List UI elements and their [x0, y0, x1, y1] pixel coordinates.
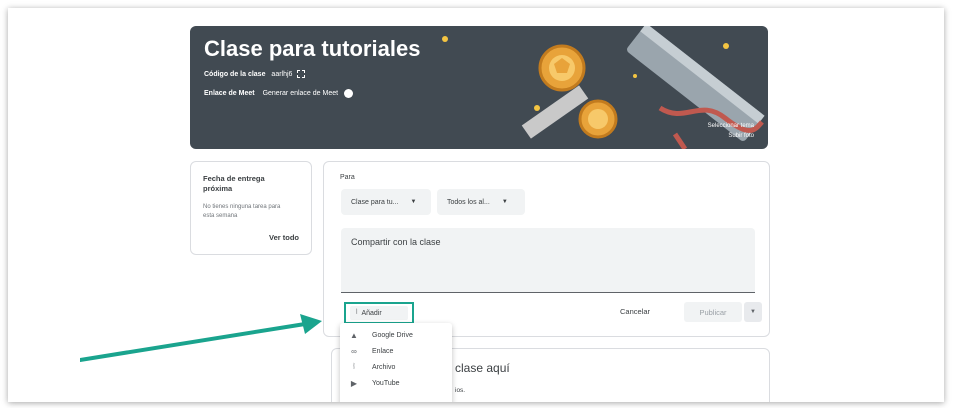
stream-subtitle: ios. — [455, 387, 466, 394]
upcoming-title: Fecha de entrega próxima — [203, 174, 265, 193]
add-button[interactable]: ⦚ Añadir — [350, 306, 408, 320]
upload-photo-link[interactable]: Subir foto — [708, 131, 754, 141]
link-icon: ∞ — [351, 346, 357, 356]
menu-item-google-drive[interactable]: ▲ Google Drive — [340, 327, 452, 343]
publish-options-button[interactable]: ▼ — [744, 302, 762, 322]
class-dropdown-value: Clase para tu... — [351, 198, 399, 206]
students-dropdown-value: Todos los al... — [447, 198, 490, 206]
menu-item-link[interactable]: ∞ Enlace — [340, 343, 452, 359]
youtube-icon: ▶ — [350, 378, 358, 388]
cancel-button[interactable]: Cancelar — [620, 307, 650, 316]
menu-item-label: Archivo — [372, 363, 396, 371]
meet-link-row: Enlace de Meet Generar enlace de Meet — [204, 89, 354, 98]
add-menu: ▲ Google Drive ∞ Enlace ⦚ Archivo ▶ YouT… — [340, 323, 452, 402]
share-placeholder: Compartir con la clase — [351, 237, 441, 247]
attach-icon: ⦚ — [356, 309, 358, 316]
chevron-down-icon: ▼ — [750, 309, 756, 315]
class-code: Código de la clase aarlhj6 — [204, 70, 306, 78]
generate-meet-link[interactable]: Generar enlace de Meet — [263, 90, 339, 97]
view-all-link[interactable]: Ver todo — [269, 233, 299, 242]
stream-title: clase aquí — [455, 361, 510, 375]
menu-item-label: Google Drive — [372, 331, 413, 339]
add-button-label: Añadir — [361, 309, 382, 317]
students-dropdown[interactable]: Todos los al... ▼ — [437, 189, 525, 215]
class-code-value: aarlhj6 — [271, 70, 293, 78]
menu-item-file[interactable]: ⦚ Archivo — [340, 359, 452, 375]
banner-actions: Seleccionar tema Subir foto — [708, 121, 754, 141]
upcoming-text: No tienes ninguna tarea para esta semana — [203, 204, 281, 219]
fullscreen-icon[interactable] — [297, 70, 306, 78]
chevron-down-icon: ▼ — [501, 199, 508, 205]
add-button-highlight: ⦚ Añadir — [344, 302, 414, 324]
class-banner: Clase para tutoriales Código de la clase… — [190, 26, 768, 149]
class-code-label: Código de la clase — [204, 70, 266, 78]
menu-item-label: Enlace — [372, 347, 394, 355]
announcement-composer: Para Clase para tu... ▼ Todos los al... … — [323, 161, 770, 337]
classroom-window: Clase para tutoriales Código de la clase… — [8, 8, 944, 402]
class-dropdown[interactable]: Clase para tu... ▼ — [341, 189, 431, 215]
google-drive-icon: ▲ — [350, 330, 358, 340]
meet-info-icon[interactable] — [344, 89, 354, 98]
select-theme-link[interactable]: Seleccionar tema — [708, 121, 754, 131]
attach-file-icon: ⦚ — [353, 362, 355, 371]
menu-item-label: YouTube — [372, 379, 400, 387]
for-label: Para — [340, 174, 355, 181]
share-with-class-input[interactable]: Compartir con la clase — [341, 228, 755, 293]
pointer-arrow — [80, 314, 322, 362]
upcoming-card: Fecha de entrega próxima No tienes ningu… — [190, 161, 312, 255]
menu-item-youtube[interactable]: ▶ YouTube — [340, 375, 452, 391]
meet-label: Enlace de Meet — [204, 90, 255, 97]
publish-button[interactable]: Publicar — [684, 302, 742, 322]
chevron-down-icon: ▼ — [410, 199, 417, 205]
class-title: Clase para tutoriales — [204, 36, 421, 61]
